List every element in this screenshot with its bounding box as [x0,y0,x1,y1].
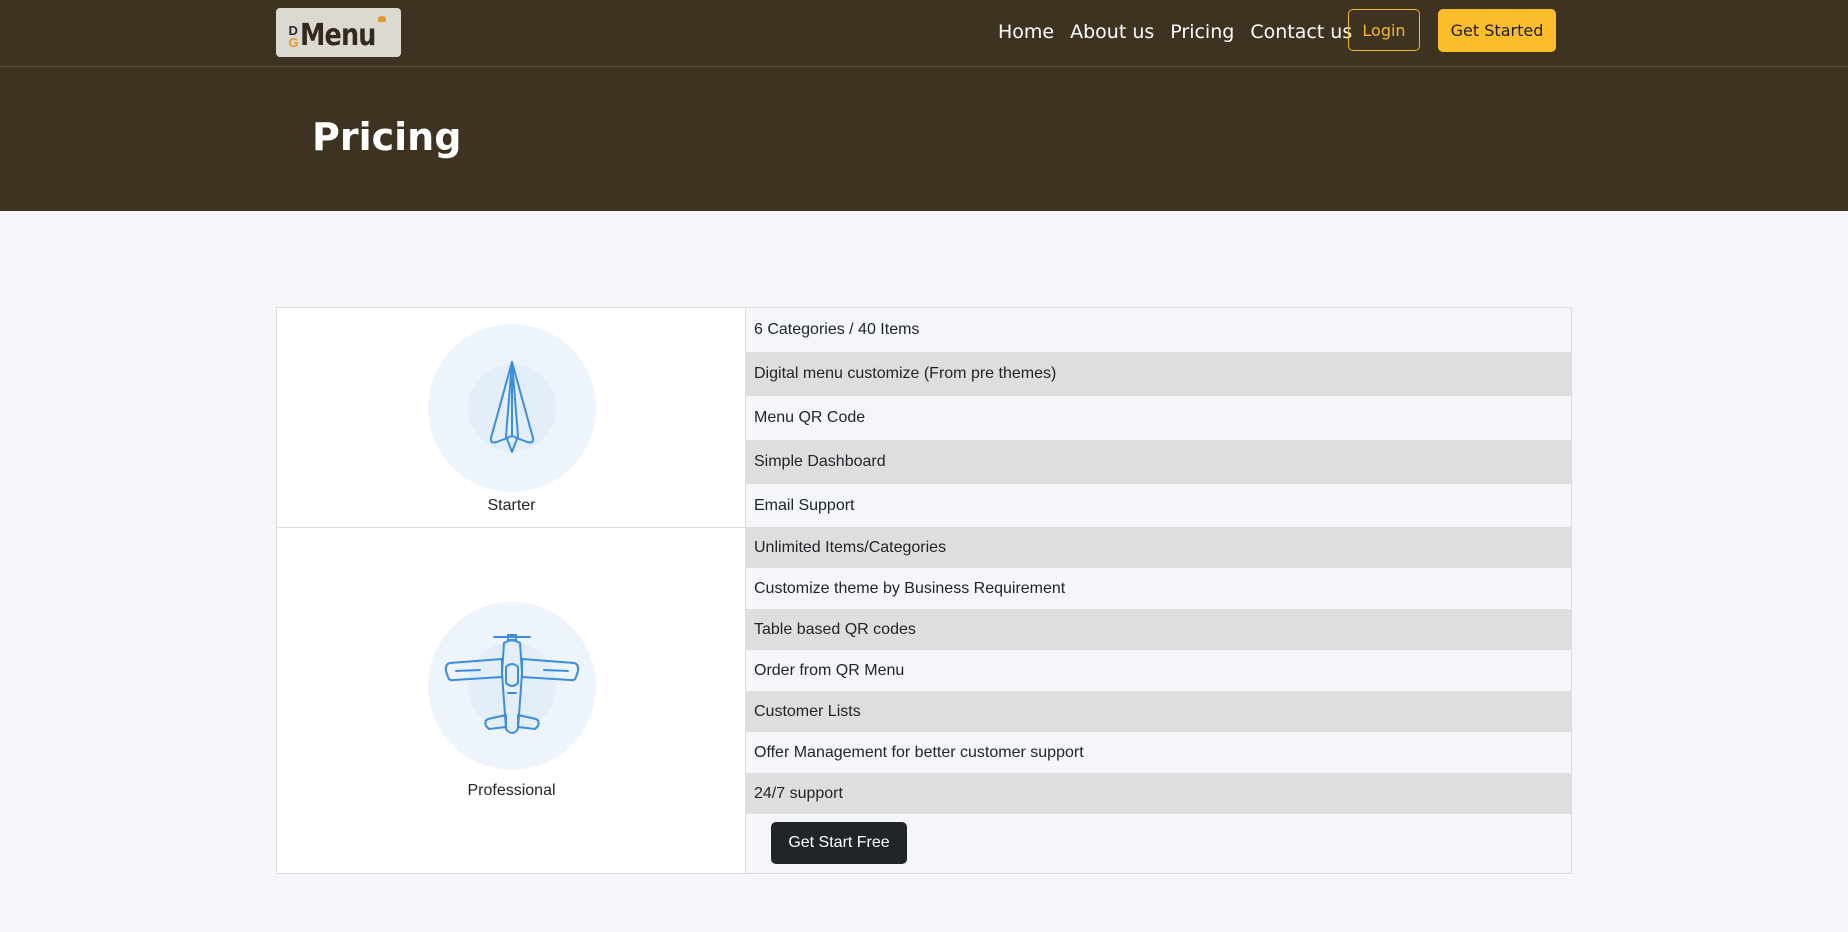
feature-row: Customer Lists [746,691,1571,732]
plan-professional: Professional [277,528,746,873]
feature-row: Email Support [746,484,1571,527]
nav-link-about[interactable]: About us [1070,20,1154,44]
features-column: 6 Categories / 40 Items Digital menu cus… [746,308,1571,873]
feature-row: Table based QR codes [746,609,1571,650]
paper-plane-icon [489,361,535,453]
logo-wordmark: Menu [299,17,376,53]
feature-row: Customize theme by Business Requirement [746,568,1571,609]
page-hero: Pricing [0,67,1848,211]
nav-link-home[interactable]: Home [998,20,1054,44]
nav-links: Home About us Pricing Contact us [998,20,1368,44]
page-title: Pricing [312,115,462,159]
navbar: D G Menu Home About us Pricing Contact u… [0,0,1848,67]
feature-row: 6 Categories / 40 Items [746,308,1571,352]
pricing-table: Starter Professional 6 Categories / 40 I… [276,307,1572,874]
plan-icon-circle [428,602,596,770]
login-button[interactable]: Login [1348,9,1420,51]
professional-feature-list: Unlimited Items/Categories Customize the… [746,527,1571,814]
feature-row: Offer Management for better customer sup… [746,732,1571,773]
plan-icon-inner-circle [468,361,556,453]
get-start-free-button[interactable]: Get Start Free [771,822,907,864]
nav-link-pricing[interactable]: Pricing [1170,20,1234,44]
plan-icon-inner-circle [444,634,580,734]
cta-row: Get Start Free [746,814,1571,873]
plan-icon-circle [428,324,596,492]
logo-dg: D G [288,24,299,50]
feature-row: Menu QR Code [746,396,1571,440]
airplane-icon [444,634,580,734]
starter-feature-list: 6 Categories / 40 Items Digital menu cus… [746,308,1571,527]
nav-link-contact[interactable]: Contact us [1250,20,1352,44]
logo-mark: D G Menu [288,15,388,51]
chef-hat-icon [377,15,386,22]
feature-row: Digital menu customize (From pre themes) [746,352,1571,396]
plan-name-starter: Starter [487,497,536,514]
plan-name-professional: Professional [467,782,556,799]
plan-starter: Starter [277,308,746,528]
brand-logo[interactable]: D G Menu [276,8,401,57]
feature-row: Order from QR Menu [746,650,1571,691]
logo-letter-g: G [288,34,299,50]
feature-row: Simple Dashboard [746,440,1571,484]
feature-row: 24/7 support [746,773,1571,814]
feature-row: Unlimited Items/Categories [746,527,1571,568]
get-started-button[interactable]: Get Started [1438,9,1556,52]
